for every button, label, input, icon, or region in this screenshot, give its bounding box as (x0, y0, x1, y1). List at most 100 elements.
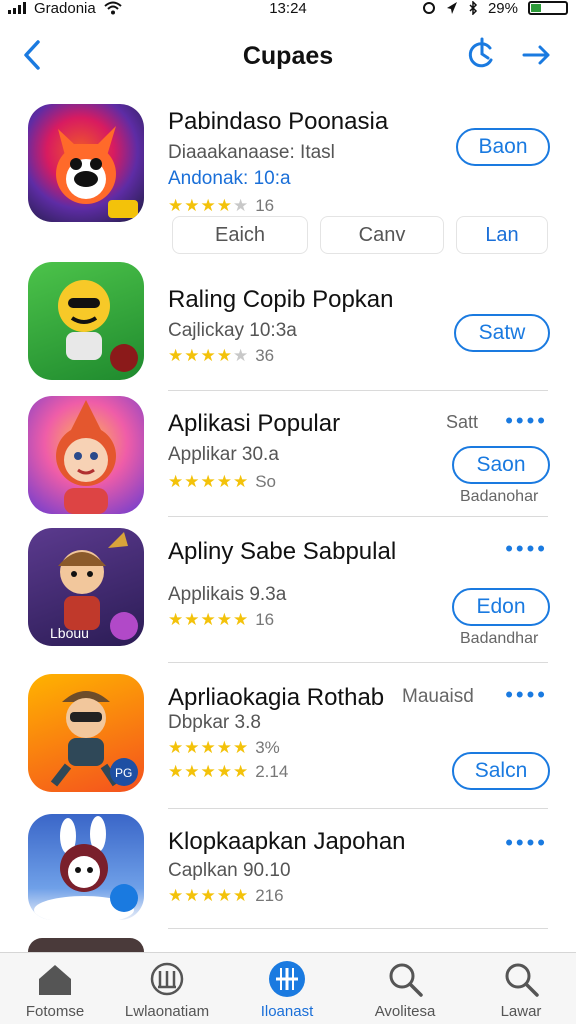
star-rating: ★★★★★ 216 (168, 886, 284, 906)
app-icon: Lbouu (28, 528, 144, 646)
cartoon-character-icon (58, 280, 138, 372)
rating-count: 16 (255, 610, 275, 629)
battery-percent: 29% (487, 0, 518, 17)
rating-count: 16 (255, 196, 275, 215)
stars-filled: ★★★★★ (168, 346, 250, 365)
icon-label: Lbouu (50, 625, 89, 641)
search-icon (505, 963, 539, 997)
app-subtitle: Diaaakanaase: Itasl (168, 142, 335, 163)
row-divider (168, 390, 548, 391)
app-row[interactable]: Aplikasi Popular Applikar 30.a ★★★★★ So S… (0, 396, 576, 520)
star-rating: ★★★★★ 16 (168, 196, 274, 216)
tab-label: Lawar (500, 1003, 542, 1020)
tab-fotomse[interactable]: Fotomse (0, 953, 110, 1024)
forward-arrow-icon[interactable] (520, 38, 554, 72)
app-icon (28, 396, 144, 514)
app-row[interactable]: Raling Copib Popkan Cajlickay 10:3a ★★★★… (0, 262, 576, 392)
stars-filled: ★★★★★ (168, 196, 250, 215)
stars-filled: ★★★★★ (168, 472, 250, 491)
more-options-icon[interactable]: •••• (505, 830, 548, 856)
running-pilot-icon: PG (50, 691, 138, 787)
tab-lawar[interactable]: Lawar (466, 953, 576, 1024)
fox-mascot-icon (56, 126, 138, 218)
star-rating: ★★★★★ 3% (168, 738, 280, 758)
home-icon (39, 965, 71, 995)
app-name: Apliny Sabe Sabpulal (168, 538, 397, 565)
app-name: Pabindaso Poonasia (168, 108, 389, 135)
rating-count: 2.14 (255, 762, 289, 781)
app-icon-partial (28, 938, 144, 952)
rating-count: So (255, 472, 276, 491)
side-label: Mauaisd (402, 686, 474, 707)
tab-lwlaonatiam[interactable]: Lwlaonatiam (112, 953, 222, 1024)
rating-count: 3% (255, 738, 280, 757)
app-name: Aplikasi Popular (168, 410, 341, 437)
status-bar: Gradonia 13:24 29% (0, 0, 576, 22)
segment-canv[interactable]: Canv (320, 216, 444, 254)
alarm-icon (422, 2, 435, 14)
segmented-control: Eaich Canv Lan (172, 216, 548, 254)
get-button[interactable]: Saon (452, 446, 550, 484)
segment-lan[interactable]: Lan (456, 216, 548, 254)
get-button[interactable]: Satw (454, 314, 550, 352)
library-icon (150, 962, 184, 996)
get-button[interactable]: Edon (452, 588, 550, 626)
app-subtitle: Applikais 9.3a (168, 584, 287, 605)
navigation-bar: Cupaes (0, 28, 576, 84)
adventure-hero-icon: Lbouu (50, 532, 138, 641)
get-button[interactable]: Baon (456, 128, 550, 166)
stars-filled: ★★★★★ (168, 610, 250, 629)
girl-character-icon (56, 400, 116, 514)
app-name: Aprliaokagia Rothab (168, 684, 385, 711)
more-options-icon[interactable]: •••• (505, 536, 548, 562)
stars-filled: ★★★★★ (168, 762, 250, 781)
app-icon (28, 104, 144, 222)
app-name: Klopkaapkan Japohan (168, 828, 406, 855)
status-right: 29% (422, 0, 568, 17)
tab-label: Fotomse (25, 1003, 85, 1020)
app-subtitle: Cajlickay 10:3a (168, 320, 297, 341)
row-divider (168, 662, 548, 663)
battery-icon (528, 1, 568, 15)
tab-label: Lwlaonatiam (124, 1003, 210, 1020)
app-row[interactable]: Lbouu Apliny Sabe Sabpulal Applikais 9.3… (0, 528, 576, 660)
row-divider (168, 808, 548, 809)
app-name: Raling Copib Popkan (168, 286, 394, 313)
rating-count: 216 (255, 886, 284, 905)
add-icon (269, 961, 305, 997)
app-detail: Andonak: 10:a (168, 168, 291, 189)
tab-label: Avolitesa (374, 1003, 436, 1020)
tab-avolitesa[interactable]: Avolitesa (350, 953, 460, 1024)
get-button[interactable]: Salcn (452, 752, 550, 790)
refresh-icon[interactable] (464, 36, 500, 72)
icon-label: PG (115, 766, 132, 780)
tab-bar: Fotomse Lwlaonatiam Iloanast Avolitesa L… (0, 952, 576, 1024)
row-divider (168, 516, 548, 517)
star-rating-secondary: ★★★★★ 2.14 (168, 762, 288, 782)
app-icon: PG (28, 674, 144, 792)
stars-filled: ★★★★★ (168, 738, 250, 757)
bluetooth-icon (469, 1, 478, 15)
footer-label: Badanohar (460, 488, 539, 505)
search-icon (389, 963, 423, 997)
stars-filled: ★★★★★ (168, 886, 250, 905)
app-icon (28, 814, 144, 920)
row-divider (168, 928, 548, 929)
side-label: Satt (446, 412, 479, 432)
app-subtitle: Dbpkar 3.8 (168, 712, 261, 733)
app-subtitle: Applikar 30.a (168, 444, 279, 465)
tab-iloanast[interactable]: Iloanast (232, 953, 342, 1024)
star-rating: ★★★★★ 16 (168, 610, 274, 630)
segment-eaich[interactable]: Eaich (172, 216, 308, 254)
star-rating: ★★★★★ 36 (168, 346, 274, 366)
app-subtitle: Caplkan 90.10 (168, 860, 291, 881)
location-icon (446, 2, 457, 14)
footer-label: Badandhar (460, 630, 539, 647)
app-row[interactable]: Klopkaapkan Japohan Caplkan 90.10 ★★★★★ 2… (0, 814, 576, 934)
more-options-icon[interactable]: •••• (505, 408, 548, 434)
app-icon (28, 262, 144, 380)
app-row[interactable]: PG Aprliaokagia Rothab Mauaisd Dbpkar 3.… (0, 674, 576, 808)
more-options-icon[interactable]: •••• (505, 682, 548, 708)
bunny-character-icon (34, 816, 138, 920)
tab-label: Iloanast (260, 1003, 314, 1020)
